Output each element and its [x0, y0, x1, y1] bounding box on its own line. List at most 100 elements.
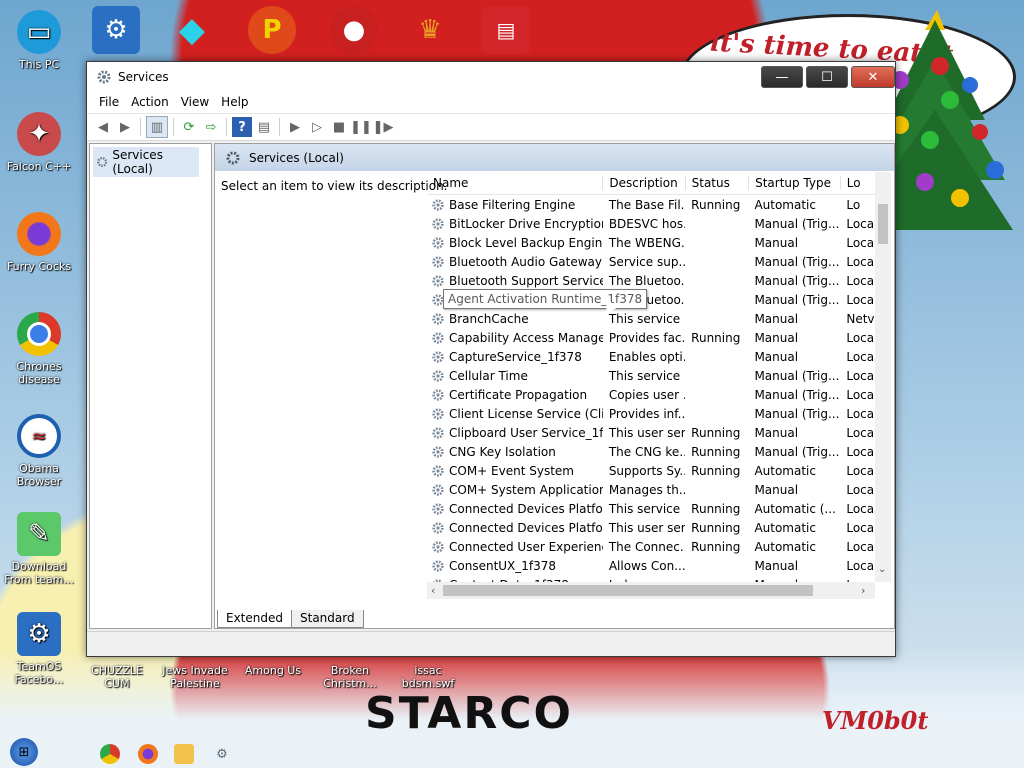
service-name-cell: Clipboard User Service_1f378: [427, 426, 603, 440]
desktop-icon-this-pc[interactable]: ▭ This PC: [4, 10, 74, 71]
angry-bird-icon[interactable]: ●: [330, 6, 378, 54]
title-bar[interactable]: Services — ☐ ✕: [87, 62, 895, 91]
export-list-icon[interactable]: ⇨: [201, 117, 221, 137]
service-description: This service ...: [608, 501, 685, 516]
diamond-icon[interactable]: ◆: [168, 6, 216, 54]
service-row[interactable]: COM+ Event System Supports Sy... Running Au…: [427, 461, 875, 480]
service-row[interactable]: CaptureService_1f378 Enables opti... Manua…: [427, 347, 875, 366]
service-row[interactable]: Base Filtering Engine The Base Fil... Runn…: [427, 195, 875, 214]
status-bar: [87, 631, 895, 656]
desktop-icon-among-us[interactable]: Among Us: [238, 664, 308, 677]
refresh-icon[interactable]: ⟳: [179, 117, 199, 137]
scroll-right-icon[interactable]: ›: [861, 584, 865, 597]
tab-extended[interactable]: Extended: [217, 610, 292, 628]
tab-standard[interactable]: Standard: [291, 610, 364, 628]
menu-file[interactable]: File: [93, 95, 125, 109]
service-gear-icon: [432, 369, 444, 382]
console-tree: Services (Local): [89, 143, 212, 629]
service-name: BranchCache: [449, 311, 529, 326]
pane-header-title: Services (Local): [249, 150, 344, 165]
menu-view[interactable]: View: [175, 95, 215, 109]
column-description[interactable]: Description: [603, 176, 686, 190]
vertical-scrollbar[interactable]: ⌄: [875, 172, 891, 582]
gear-shortcut-icon[interactable]: ⚙: [92, 6, 140, 54]
properties-icon[interactable]: ▤: [254, 117, 274, 137]
back-arrow-icon[interactable]: ◀: [93, 117, 113, 137]
service-log-on-as: Loca: [846, 482, 875, 497]
service-row[interactable]: Block Level Backup Engine ... The WBENG..…: [427, 233, 875, 252]
menu-action[interactable]: Action: [125, 95, 175, 109]
start-alt-icon[interactable]: ▷: [307, 117, 327, 137]
column-log-on-as[interactable]: Lo: [841, 176, 875, 190]
service-row[interactable]: BranchCache This service ... Manual Netv: [427, 309, 875, 328]
column-startup-type[interactable]: Startup Type: [749, 176, 841, 190]
minimize-button[interactable]: —: [761, 66, 803, 88]
service-row[interactable]: Connected Devices Platfor... This user se…: [427, 518, 875, 537]
chrome-taskbar-icon[interactable]: [100, 744, 120, 764]
service-row[interactable]: Capability Access Manager ... Provides fa…: [427, 328, 875, 347]
service-startup-type: Automatic (...: [754, 501, 836, 516]
desktop-icon-label: issac bdsm.swf: [401, 664, 455, 690]
forward-arrow-icon[interactable]: ▶: [115, 117, 135, 137]
scroll-left-icon[interactable]: ‹: [431, 584, 435, 597]
service-gear-icon: [432, 483, 444, 496]
service-description: This service ...: [608, 368, 685, 383]
desktop-icon-broken[interactable]: Broken Christm...: [315, 664, 385, 690]
desktop-icon-chrones[interactable]: Chrones disease: [4, 312, 74, 386]
desktop-icon-teamos[interactable]: ⚙ TeamOS Facebo...: [4, 612, 74, 686]
service-row[interactable]: BitLocker Drive Encryption ... BDESVC hos…: [427, 214, 875, 233]
scrollbar-thumb[interactable]: [878, 204, 888, 244]
gift-book-icon[interactable]: ▤: [482, 6, 530, 54]
desktop-icon-obama[interactable]: ≈ Obama Browser: [4, 414, 74, 488]
scroll-down-icon[interactable]: ⌄: [878, 564, 886, 575]
service-startup-type: Manual: [754, 235, 799, 250]
service-row[interactable]: Connected Devices Platfor... This service…: [427, 499, 875, 518]
help-icon[interactable]: ?: [232, 117, 252, 137]
service-gear-icon: [432, 350, 444, 363]
maximize-button[interactable]: ☐: [806, 66, 848, 88]
desktop-icon-label: TeamOS Facebo...: [14, 660, 64, 686]
service-status: Running: [691, 463, 741, 478]
service-row[interactable]: CNG Key Isolation The CNG ke... Running Man…: [427, 442, 875, 461]
stop-service-icon[interactable]: ■: [329, 117, 349, 137]
service-row[interactable]: Bluetooth Support Service The Bluetoo... M…: [427, 271, 875, 290]
p-logo-icon[interactable]: P: [248, 6, 296, 54]
desktop-icon-download[interactable]: ✎ Download From team...: [4, 512, 74, 586]
service-name: CNG Key Isolation: [449, 444, 556, 459]
service-row[interactable]: Certificate Propagation Copies user ... Ma…: [427, 385, 875, 404]
service-row[interactable]: Client License Service (ClipS... Provides…: [427, 404, 875, 423]
service-row[interactable]: Bluetooth Audio Gateway S... Service sup.…: [427, 252, 875, 271]
column-name[interactable]: Name: [427, 176, 604, 190]
horizontal-scrollbar[interactable]: ‹ ›: [427, 582, 875, 599]
desktop-icon-chuzzle[interactable]: CHUZZLE CUM: [82, 664, 152, 690]
desktop-icon-jews[interactable]: Jews Invade Palestine: [160, 664, 230, 690]
desktop-icon-issac[interactable]: issac bdsm.swf: [393, 664, 463, 690]
close-button[interactable]: ✕: [851, 66, 895, 88]
desktop-icon-falcon[interactable]: ✦ Falcon C++: [4, 112, 74, 173]
service-name-cell: Base Filtering Engine: [427, 198, 603, 212]
desktop-icon-furry[interactable]: Furry Cocks: [4, 212, 74, 273]
service-name: Clipboard User Service_1f378: [449, 425, 603, 440]
service-row[interactable]: COM+ System Application Manages th... Manu…: [427, 480, 875, 499]
scrollbar-thumb[interactable]: [443, 585, 813, 596]
services-taskbar-icon[interactable]: ⚙: [212, 744, 232, 764]
service-name-cell: Connected Devices Platfor...: [427, 521, 603, 535]
firefox-icon: [17, 212, 61, 256]
service-row[interactable]: ConsentUX_1f378 Allows Con... Manual Loca: [427, 556, 875, 575]
service-name: COM+ Event System: [449, 463, 574, 478]
service-row[interactable]: Contact Data_1f378Indexes con...ManualLo…: [427, 575, 875, 582]
service-row[interactable]: Connected User Experience... The Connec..…: [427, 537, 875, 556]
start-button-icon[interactable]: ⊞: [10, 738, 38, 766]
tree-node-services-local[interactable]: Services (Local): [93, 147, 199, 177]
service-row[interactable]: Clipboard User Service_1f378 This user se…: [427, 423, 875, 442]
start-service-icon[interactable]: ▶: [285, 117, 305, 137]
restart-service-icon[interactable]: ❚▶: [373, 117, 394, 137]
show-hide-tree-icon[interactable]: ▥: [146, 116, 168, 138]
folder-taskbar-icon[interactable]: [174, 744, 194, 764]
service-row[interactable]: Cellular Time This service ... Manual (Tri…: [427, 366, 875, 385]
figure-icon[interactable]: ♛: [406, 6, 454, 54]
firefox-taskbar-icon[interactable]: [138, 744, 158, 764]
column-status[interactable]: Status: [686, 176, 750, 190]
menu-help[interactable]: Help: [215, 95, 254, 109]
pause-service-icon[interactable]: ❚❚: [350, 117, 372, 137]
